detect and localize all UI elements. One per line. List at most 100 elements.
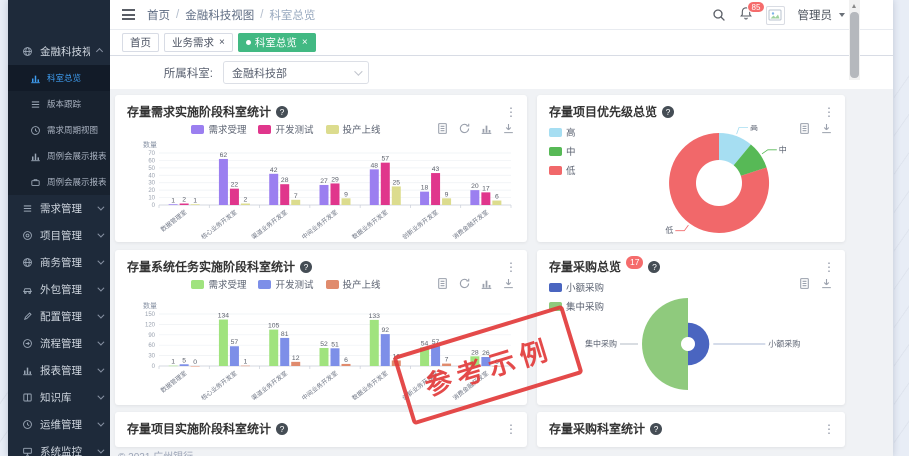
help-icon[interactable]: [300, 261, 312, 273]
legend-item[interactable]: 投产上线: [326, 122, 381, 136]
sidebar-group-label: 外包管理: [40, 282, 90, 297]
help-icon[interactable]: [650, 423, 662, 435]
sidebar-group[interactable]: 运维管理: [8, 411, 110, 438]
breadcrumb-separator: /: [260, 9, 263, 21]
sidebar-group[interactable]: 配置管理: [8, 303, 110, 330]
svg-text:数据业务开发室: 数据业务开发室: [350, 208, 389, 239]
svg-text:26: 26: [482, 350, 490, 357]
sidebar-submenu: 科室总览版本跟踪需求周期视图周例会展示报表-项目周例会展示报表-采购: [8, 65, 110, 195]
help-icon[interactable]: [276, 423, 288, 435]
chevron-up-icon: [96, 48, 103, 55]
svg-text:57: 57: [231, 339, 239, 346]
scrollbar-thumb[interactable]: [850, 12, 859, 78]
sidebar-group[interactable]: 系统监控: [8, 438, 110, 456]
svg-text:高: 高: [750, 125, 758, 132]
more-menu-icon[interactable]: [505, 262, 517, 272]
chevron-down-icon: [97, 231, 104, 238]
sidebar-item[interactable]: 周例会展示报表-采购: [8, 169, 110, 195]
legend-label: 需求受理: [208, 122, 246, 136]
svg-text:7: 7: [294, 193, 298, 200]
sidebar-group[interactable]: 外包管理: [8, 276, 110, 303]
sidebar-group[interactable]: 需求管理: [8, 195, 110, 222]
legend-item[interactable]: 投产上线: [326, 277, 381, 291]
help-icon[interactable]: [662, 106, 674, 118]
sidebar-group[interactable]: 商务管理: [8, 249, 110, 276]
chevron-down-icon: [97, 366, 104, 373]
bar-chart-svg: 数量010203040506070数据管理室核心业务开发室渠道业务开发室中间业务…: [125, 139, 517, 239]
breadcrumb-item[interactable]: 金融科技视图: [185, 7, 254, 23]
chart-type-icon[interactable]: [480, 277, 493, 290]
more-menu-icon[interactable]: [823, 424, 835, 434]
legend-item[interactable]: 需求受理: [191, 277, 246, 291]
help-icon[interactable]: [648, 261, 660, 273]
svg-text:22: 22: [231, 182, 239, 189]
svg-text:渠道业务开发室: 渠道业务开发室: [250, 369, 289, 400]
scrollbar[interactable]: [849, 0, 860, 80]
sidebar-group-label: 需求管理: [40, 201, 90, 216]
sidebar-group[interactable]: 报表管理: [8, 357, 110, 384]
tab-首页[interactable]: 首页: [122, 33, 159, 52]
sidebar-group[interactable]: 流程管理: [8, 330, 110, 357]
sidebar-group-label: 知识库: [40, 390, 90, 405]
legend-item[interactable]: 开发测试: [258, 122, 313, 136]
svg-text:40: 40: [148, 173, 155, 179]
svg-text:27: 27: [320, 178, 328, 185]
search-icon[interactable]: [712, 8, 726, 22]
legend-item[interactable]: 需求受理: [191, 122, 246, 136]
svg-text:中间业务开发室: 中间业务开发室: [300, 369, 339, 400]
more-menu-icon[interactable]: [823, 107, 835, 117]
filter-label: 所属科室:: [155, 65, 213, 81]
chevron-down-icon[interactable]: [839, 13, 845, 17]
sidebar-group[interactable]: 项目管理: [8, 222, 110, 249]
sidebar-item[interactable]: 周例会展示报表-项目: [8, 143, 110, 169]
data-view-icon[interactable]: [436, 277, 449, 290]
hamburger-icon[interactable]: [122, 9, 135, 20]
header-actions: 85 管理员: [712, 0, 846, 30]
sidebar-group[interactable]: 金融科技视图: [8, 38, 110, 65]
clock-icon: [22, 419, 33, 430]
legend-item[interactable]: 开发测试: [258, 277, 313, 291]
sidebar-item-label: 版本跟踪: [47, 98, 81, 110]
sidebar-item-label: 周例会展示报表-采购: [47, 176, 106, 188]
data-view-icon[interactable]: [436, 122, 449, 135]
more-menu-icon[interactable]: [823, 262, 835, 272]
sidebar-group[interactable]: 知识库: [8, 384, 110, 411]
more-menu-icon[interactable]: [505, 424, 517, 434]
tab-科室总览[interactable]: 科室总览×: [238, 33, 316, 52]
sidebar-item-active[interactable]: 科室总览: [8, 65, 110, 91]
svg-text:2: 2: [244, 197, 248, 204]
tab-close-icon[interactable]: ×: [302, 38, 308, 48]
svg-text:1: 1: [244, 359, 248, 366]
breadcrumb-item[interactable]: 首页: [147, 7, 170, 23]
department-select[interactable]: 金融科技部: [223, 61, 369, 84]
svg-text:数据管理室: 数据管理室: [159, 208, 188, 233]
pencil-icon: [22, 311, 33, 322]
help-icon[interactable]: [276, 106, 288, 118]
svg-text:渠道业务开发室: 渠道业务开发室: [250, 208, 289, 239]
svg-text:数据管理室: 数据管理室: [159, 369, 188, 394]
sidebar-item[interactable]: 版本跟踪: [8, 91, 110, 117]
more-menu-icon[interactable]: [505, 107, 517, 117]
avatar[interactable]: [766, 6, 785, 25]
svg-text:数量: 数量: [143, 140, 157, 149]
svg-text:0: 0: [152, 203, 156, 209]
svg-text:62: 62: [220, 152, 228, 159]
bar-chart-icon: [30, 151, 41, 162]
user-menu[interactable]: 管理员: [798, 7, 833, 23]
tab-业务需求[interactable]: 业务需求×: [164, 33, 233, 52]
svg-text:51: 51: [331, 341, 339, 348]
flow-icon: [22, 338, 33, 349]
download-icon[interactable]: [502, 277, 515, 290]
chart-type-icon[interactable]: [480, 122, 493, 135]
chevron-down-icon: [97, 285, 104, 292]
breadcrumb-separator: /: [176, 9, 179, 21]
notifications-button[interactable]: 85: [739, 6, 753, 25]
download-icon[interactable]: [502, 122, 515, 135]
svg-text:消费金融开发室: 消费金融开发室: [451, 369, 490, 400]
restore-icon[interactable]: [458, 122, 471, 135]
restore-icon[interactable]: [458, 277, 471, 290]
chart-legend: 需求受理开发测试投产上线: [115, 122, 457, 136]
sidebar-item[interactable]: 需求周期视图: [8, 117, 110, 143]
tab-close-icon[interactable]: ×: [219, 38, 225, 48]
svg-text:48: 48: [371, 162, 379, 169]
